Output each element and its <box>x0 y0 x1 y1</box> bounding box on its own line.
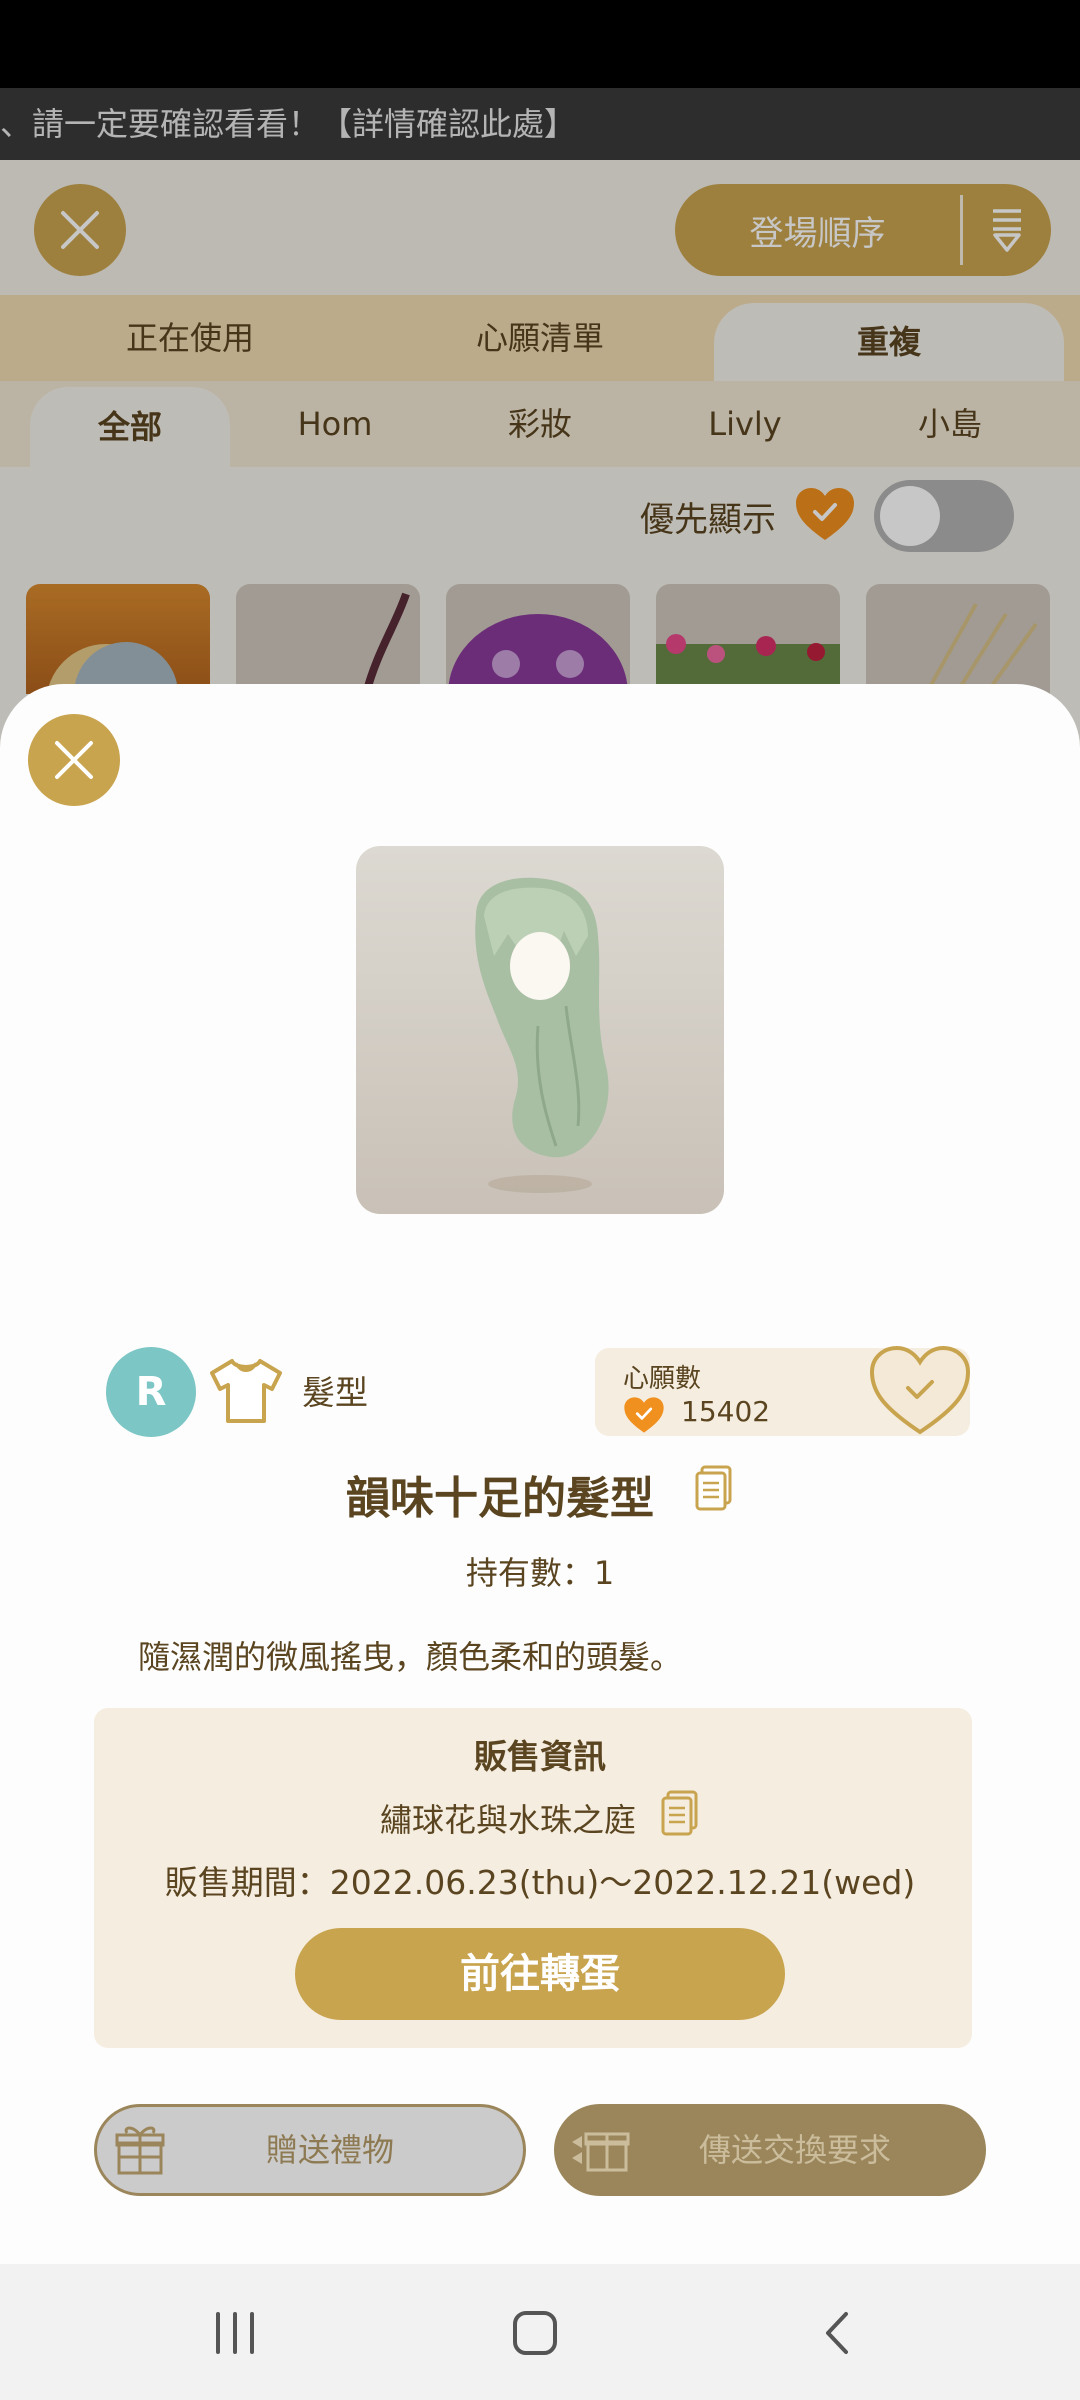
sale-period: 販售期間：2022.06.23(thu)～2022.12.21(wed) <box>164 1863 916 1902</box>
close-detail-button[interactable] <box>28 714 120 806</box>
send-trade-label: 傳送交換要求 <box>698 2131 891 2169</box>
system-nav-bar <box>0 2264 1080 2400</box>
recent-apps-icon <box>216 2312 254 2354</box>
recent-apps-button[interactable] <box>200 2298 270 2368</box>
go-to-gacha-button[interactable]: 前往轉蛋 <box>295 1928 785 2020</box>
add-wishlist-heart-button[interactable] <box>868 1344 972 1440</box>
back-button[interactable] <box>803 2298 873 2368</box>
send-gift-label: 贈送禮物 <box>265 2131 394 2169</box>
close-icon <box>51 737 97 783</box>
home-button[interactable] <box>500 2298 570 2368</box>
wish-count-label: 心願數 <box>623 1364 702 1394</box>
owned-count: 持有數：1 <box>465 1554 615 1592</box>
back-icon <box>826 2312 848 2354</box>
document-icon[interactable] <box>660 1790 700 1846</box>
sale-info-title: 販售資訊 <box>474 1737 606 1776</box>
home-icon <box>513 2311 557 2355</box>
shirt-icon <box>206 1355 286 1431</box>
heart-check-icon <box>623 1396 665 1438</box>
sale-event-row: 繡球花與水珠之庭 <box>0 1790 1080 1846</box>
item-name-row: 韻味十足的髮型 <box>0 1462 1080 1526</box>
category-label: 髮型 <box>302 1373 368 1412</box>
document-icon[interactable] <box>694 1465 734 1524</box>
item-preview-image <box>356 846 724 1214</box>
send-trade-request-button[interactable]: 傳送交換要求 <box>554 2104 986 2196</box>
item-description: 隨濕潤的微風搖曳，顏色柔和的頭髮。 <box>138 1638 683 1676</box>
hair-item-image <box>475 877 609 1193</box>
status-bar <box>0 0 1080 88</box>
rarity-badge: R <box>106 1347 196 1437</box>
wish-count-value: 15402 <box>681 1395 771 1428</box>
sale-event-name: 繡球花與水珠之庭 <box>379 1801 636 1839</box>
send-gift-button[interactable]: 贈送禮物 <box>94 2104 526 2196</box>
item-name: 韻味十足的髮型 <box>346 1473 654 1524</box>
